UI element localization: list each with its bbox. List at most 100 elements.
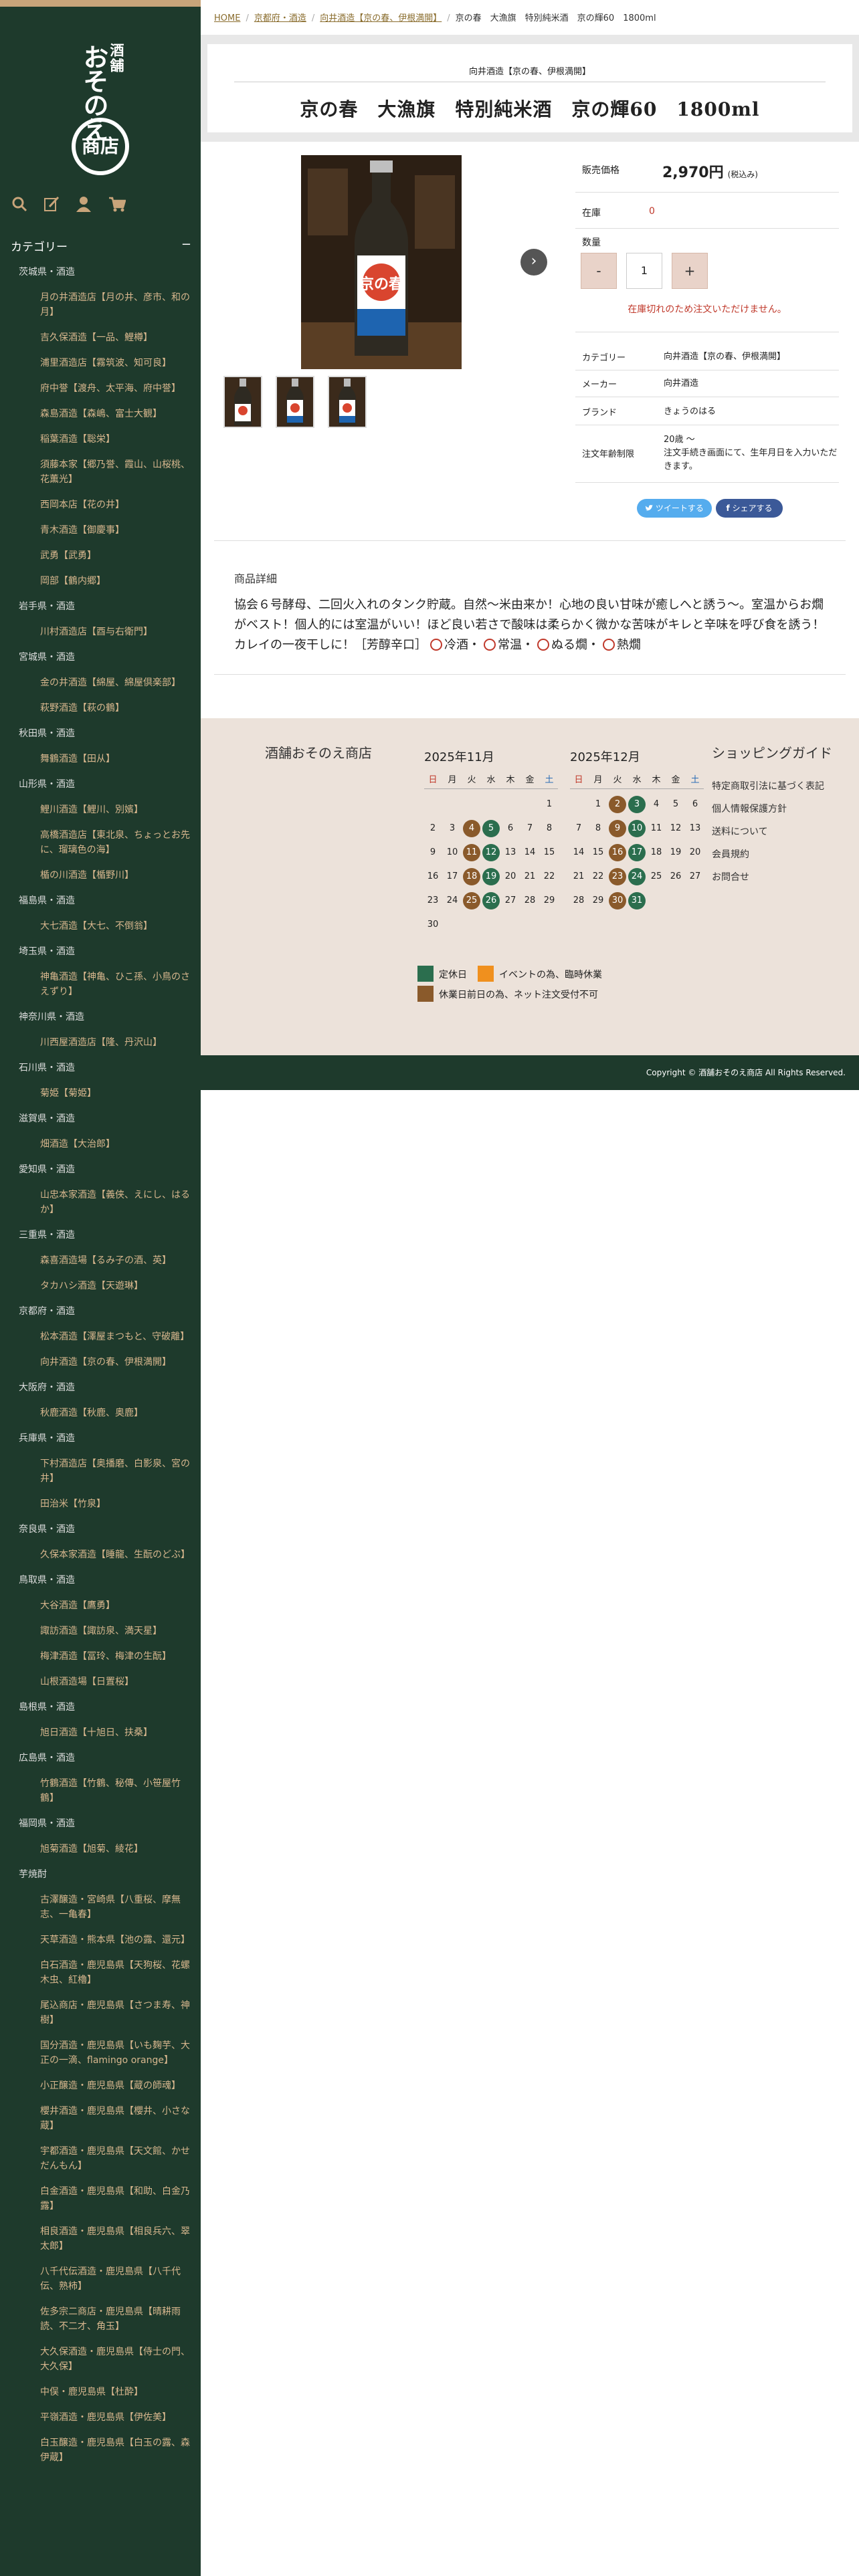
thumbnail[interactable] — [223, 376, 262, 428]
category-store[interactable]: 大七酒造【大七、不倒翁】 — [0, 914, 201, 939]
category-store[interactable]: 高橋酒造店【東北泉、ちょっとお先に、瑠璃色の海】 — [0, 823, 201, 863]
category-store[interactable]: 古澤醸造・宮崎県【八重桜、摩無志、一亀春】 — [0, 1887, 201, 1927]
category-store[interactable]: 大久保酒造・鹿児島県【侍士の門、大久保】 — [0, 2339, 201, 2379]
category-prefecture[interactable]: 山形県・酒造 — [0, 772, 201, 797]
category-store[interactable]: 梅津酒造【冨玲、梅津の生酛】 — [0, 1644, 201, 1669]
category-store[interactable]: 岡部【鶴内郷】 — [0, 568, 201, 594]
category-store[interactable]: 尾込商店・鹿児島県【さつま寿、神樹】 — [0, 1993, 201, 2033]
guide-link-tokusho[interactable]: 特定商取引法に基づく表記 — [712, 775, 852, 798]
category-store[interactable]: 相良酒造・鹿児島県【相良兵六、翠太郎】 — [0, 2219, 201, 2259]
qty-minus-button[interactable]: - — [581, 253, 617, 289]
category-store[interactable]: 竹鶴酒造【竹鶴、秘傳、小笹屋竹鶴】 — [0, 1771, 201, 1811]
category-prefecture[interactable]: 茨城県・酒造 — [0, 259, 201, 285]
category-prefecture[interactable]: 兵庫県・酒造 — [0, 1426, 201, 1451]
category-store[interactable]: 吉久保酒造【一品、鯉樽】 — [0, 325, 201, 350]
collapse-icon[interactable]: − — [181, 237, 191, 251]
category-prefecture[interactable]: 岩手県・酒造 — [0, 594, 201, 619]
category-store[interactable]: 山根酒造場【日置桜】 — [0, 1669, 201, 1695]
category-store[interactable]: 山忠本家酒造【義侠、えにし、はるか】 — [0, 1182, 201, 1222]
category-prefecture[interactable]: 大阪府・酒造 — [0, 1375, 201, 1400]
category-store[interactable]: 青木酒造【御慶事】 — [0, 518, 201, 543]
category-store[interactable]: 旭菊酒造【旭菊、綾花】 — [0, 1836, 201, 1862]
shop-logo[interactable]: 酒舗 おそのえ 商店 — [64, 32, 137, 179]
category-store[interactable]: 八千代伝酒造・鹿児島県【八千代伝、熟柿】 — [0, 2259, 201, 2299]
facebook-share-button[interactable]: f シェアする — [716, 499, 783, 518]
edit-icon[interactable] — [43, 195, 60, 213]
category-store[interactable]: 須藤本家【郷乃誉、霞山、山桜桃、花薫光】 — [0, 452, 201, 492]
category-store[interactable]: 白玉醸造・鹿児島県【白玉の露、森伊蔵】 — [0, 2430, 201, 2470]
category-store[interactable]: 白石酒造・鹿児島県【天狗桜、花螺木虫、紅櫓】 — [0, 1953, 201, 1993]
guide-link-shipping[interactable]: 送料について — [712, 821, 852, 843]
guide-link-privacy[interactable]: 個人情報保護方針 — [712, 798, 852, 821]
category-store[interactable]: 秋鹿酒造【秋鹿、奥鹿】 — [0, 1400, 201, 1426]
category-prefecture[interactable]: 埼玉県・酒造 — [0, 939, 201, 964]
category-store[interactable]: 平嶺酒造・鹿児島県【伊佐美】 — [0, 2405, 201, 2430]
category-store[interactable]: 神亀酒造【神亀、ひこ孫、小鳥のさえずり】 — [0, 964, 201, 1004]
breadcrumb-brewery[interactable]: 向井酒造【京の春、伊根満開】 — [320, 13, 442, 23]
category-store[interactable]: 月の井酒造店【月の井、彦市、和の月】 — [0, 285, 201, 325]
guide-link-contact[interactable]: お問合せ — [712, 866, 852, 889]
category-store[interactable]: 佐多宗二商店・鹿児島県【晴耕雨読、不二才、角玉】 — [0, 2299, 201, 2339]
category-store[interactable]: 松本酒造【澤屋まつもと、守破離】 — [0, 1324, 201, 1350]
category-store[interactable]: 小正醸造・鹿児島県【蔵の師魂】 — [0, 2073, 201, 2099]
category-prefecture[interactable]: 京都府・酒造 — [0, 1299, 201, 1324]
thumbnail[interactable] — [276, 376, 314, 428]
category-prefecture[interactable]: 石川県・酒造 — [0, 1055, 201, 1081]
tweet-button[interactable]: ツイートする — [637, 499, 712, 518]
category-store[interactable]: 久保本家酒造【睡龍、生酛のどぶ】 — [0, 1542, 201, 1568]
category-store[interactable]: 向井酒造【京の春、伊根満開】 — [0, 1350, 201, 1375]
thumbnail[interactable] — [328, 376, 367, 428]
category-store[interactable]: 西岡本店【花の井】 — [0, 492, 201, 518]
category-store[interactable]: 武勇【武勇】 — [0, 543, 201, 568]
cart-icon[interactable] — [108, 195, 126, 213]
category-store[interactable]: 天草酒造・熊本県【池の露、還元】 — [0, 1927, 201, 1953]
category-store[interactable]: 稲葉酒造【聡栄】 — [0, 427, 201, 452]
user-icon[interactable] — [75, 195, 92, 213]
category-store[interactable]: 金の井酒造【綿屋、綿屋倶楽部】 — [0, 670, 201, 695]
category-store[interactable]: 大谷酒造【鷹勇】 — [0, 1593, 201, 1618]
category-prefecture[interactable]: 神奈川県・酒造 — [0, 1004, 201, 1030]
category-prefecture[interactable]: 三重県・酒造 — [0, 1222, 201, 1248]
next-image-arrow[interactable]: › — [520, 249, 547, 276]
guide-link-terms[interactable]: 会員規約 — [712, 843, 852, 866]
category-prefecture[interactable]: 愛知県・酒造 — [0, 1157, 201, 1182]
category-store[interactable]: 下村酒造店【奥播磨、白影泉、宮の井】 — [0, 1451, 201, 1491]
category-store[interactable]: 川村酒造店【酉与右衛門】 — [0, 619, 201, 645]
category-store[interactable]: 舞鶴酒造【田从】 — [0, 746, 201, 772]
category-prefecture[interactable]: 島根県・酒造 — [0, 1695, 201, 1720]
category-prefecture[interactable]: 秋田県・酒造 — [0, 721, 201, 746]
category-store[interactable]: 浦里酒造店【霧筑波、知可良】 — [0, 350, 201, 376]
category-store[interactable]: 宇都酒造・鹿児島県【天文館、かせだんもん】 — [0, 2139, 201, 2179]
category-store[interactable]: 畑酒造【大治郎】 — [0, 1132, 201, 1157]
product-photo[interactable]: 京の春 — [301, 155, 462, 369]
category-store[interactable]: タカハシ酒造【天遊琳】 — [0, 1273, 201, 1299]
category-store[interactable]: 中俣・鹿児島県【杜酔】 — [0, 2379, 201, 2405]
category-store[interactable]: 府中誉【渡舟、太平海、府中誉】 — [0, 376, 201, 401]
qty-input[interactable]: 1 — [626, 253, 662, 289]
category-prefecture[interactable]: 鳥取県・酒造 — [0, 1568, 201, 1593]
category-store[interactable]: 国分酒造・鹿児島県【いも麹芋、大正の一滴、flamingo orange】 — [0, 2033, 201, 2073]
category-prefecture[interactable]: 滋賀県・酒造 — [0, 1106, 201, 1132]
category-prefecture[interactable]: 宮城県・酒造 — [0, 645, 201, 670]
category-store[interactable]: 森喜酒造場【るみ子の酒、英】 — [0, 1248, 201, 1273]
category-prefecture[interactable]: 福島県・酒造 — [0, 888, 201, 914]
category-prefecture[interactable]: 広島県・酒造 — [0, 1745, 201, 1771]
category-store[interactable]: 楯の川酒造【楯野川】 — [0, 863, 201, 888]
category-store[interactable]: 鯉川酒造【鯉川、別嬪】 — [0, 797, 201, 823]
category-store[interactable]: 菊姫【菊姫】 — [0, 1081, 201, 1106]
category-store[interactable]: 櫻井酒造・鹿児島県【櫻井、小さな蔵】 — [0, 2099, 201, 2139]
breadcrumb-home[interactable]: HOME — [214, 13, 240, 23]
category-prefecture[interactable]: 奈良県・酒造 — [0, 1517, 201, 1542]
category-store[interactable]: 森島酒造【森嶋、富士大観】 — [0, 401, 201, 427]
qty-plus-button[interactable]: + — [672, 253, 708, 289]
category-store[interactable]: 川西屋酒造店【隆、丹沢山】 — [0, 1030, 201, 1055]
category-store[interactable]: 田治米【竹泉】 — [0, 1491, 201, 1517]
category-prefecture[interactable]: 福岡県・酒造 — [0, 1811, 201, 1836]
category-store[interactable]: 旭日酒造【十旭日、扶桑】 — [0, 1720, 201, 1745]
category-store[interactable]: 萩野酒造【萩の鶴】 — [0, 695, 201, 721]
category-prefecture[interactable]: 芋焼酎 — [0, 1862, 201, 1887]
category-store[interactable]: 諏訪酒造【諏訪泉、満天星】 — [0, 1618, 201, 1644]
category-heading[interactable]: カテゴリー − — [11, 237, 191, 257]
breadcrumb-prefecture[interactable]: 京都府・酒造 — [254, 13, 306, 23]
category-store[interactable]: 白金酒造・鹿児島県【和助、白金乃露】 — [0, 2179, 201, 2219]
